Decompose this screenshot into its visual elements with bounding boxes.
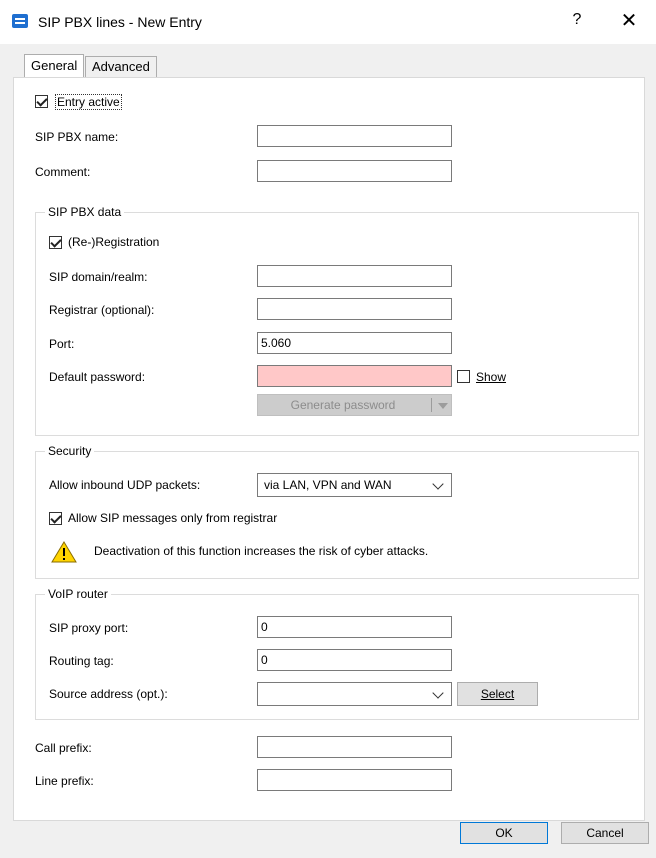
routing-tag-label: Routing tag: [49,654,114,668]
source-address-label: Source address (opt.): [49,687,168,701]
entry-active-checkbox[interactable] [35,95,48,108]
security-title: Security [45,444,95,458]
sip-domain-label: SIP domain/realm: [49,270,148,284]
sip-pbx-data-title: SIP PBX data [45,205,125,219]
help-button[interactable]: ? [567,11,587,29]
sip-proxy-port-label: SIP proxy port: [49,621,129,635]
show-password-checkbox[interactable] [457,370,470,383]
warning-text: Deactivation of this function increases … [94,544,429,558]
close-button[interactable]: ✕ [617,8,641,33]
ok-button[interactable]: OK [460,822,548,844]
select-button-label: Select [480,687,515,701]
chevron-down-icon [432,687,444,699]
udp-select[interactable]: via LAN, VPN and WAN [257,473,452,497]
voip-router-title: VoIP router [45,587,111,601]
cancel-button[interactable]: Cancel [561,822,649,844]
generate-password-label: Generate password [290,398,396,412]
default-password-input[interactable] [257,365,452,387]
call-prefix-input[interactable] [257,736,452,758]
routing-tag-input[interactable]: 0 [257,649,452,671]
tab-advanced[interactable]: Advanced [85,56,157,77]
sip-pbx-name-label: SIP PBX name: [35,130,119,144]
registration-label[interactable]: (Re-)Registration [68,235,159,249]
source-address-select[interactable] [257,682,452,706]
registrar-only-checkbox[interactable] [49,512,62,525]
port-label: Port: [49,337,75,351]
line-prefix-label: Line prefix: [35,774,94,788]
app-icon [12,14,28,28]
window-title: SIP PBX lines - New Entry [38,14,202,30]
show-password-label[interactable]: Show [476,370,506,384]
default-password-label: Default password: [49,370,146,384]
split-divider [431,398,432,412]
registration-checkbox[interactable] [49,236,62,249]
line-prefix-input[interactable] [257,769,452,791]
udp-select-value: via LAN, VPN and WAN [264,478,392,492]
comment-input[interactable] [257,160,452,182]
chevron-down-icon [432,478,444,490]
select-button[interactable]: Select [457,682,538,706]
dropdown-arrow-icon [438,403,448,409]
port-input[interactable]: 5.060 [257,332,452,354]
registrar-only-label[interactable]: Allow SIP messages only from registrar [68,511,277,525]
sip-domain-input[interactable] [257,265,452,287]
sip-proxy-port-input[interactable]: 0 [257,616,452,638]
udp-label: Allow inbound UDP packets: [49,478,201,492]
call-prefix-label: Call prefix: [35,741,92,755]
registrar-label: Registrar (optional): [49,303,155,317]
generate-password-button[interactable]: Generate password [257,394,452,416]
warning-icon [51,540,77,564]
tab-general[interactable]: General [24,54,85,77]
entry-active-label[interactable]: Entry active [55,94,122,110]
comment-label: Comment: [35,165,91,179]
registrar-input[interactable] [257,298,452,320]
sip-pbx-name-input[interactable] [257,125,452,147]
